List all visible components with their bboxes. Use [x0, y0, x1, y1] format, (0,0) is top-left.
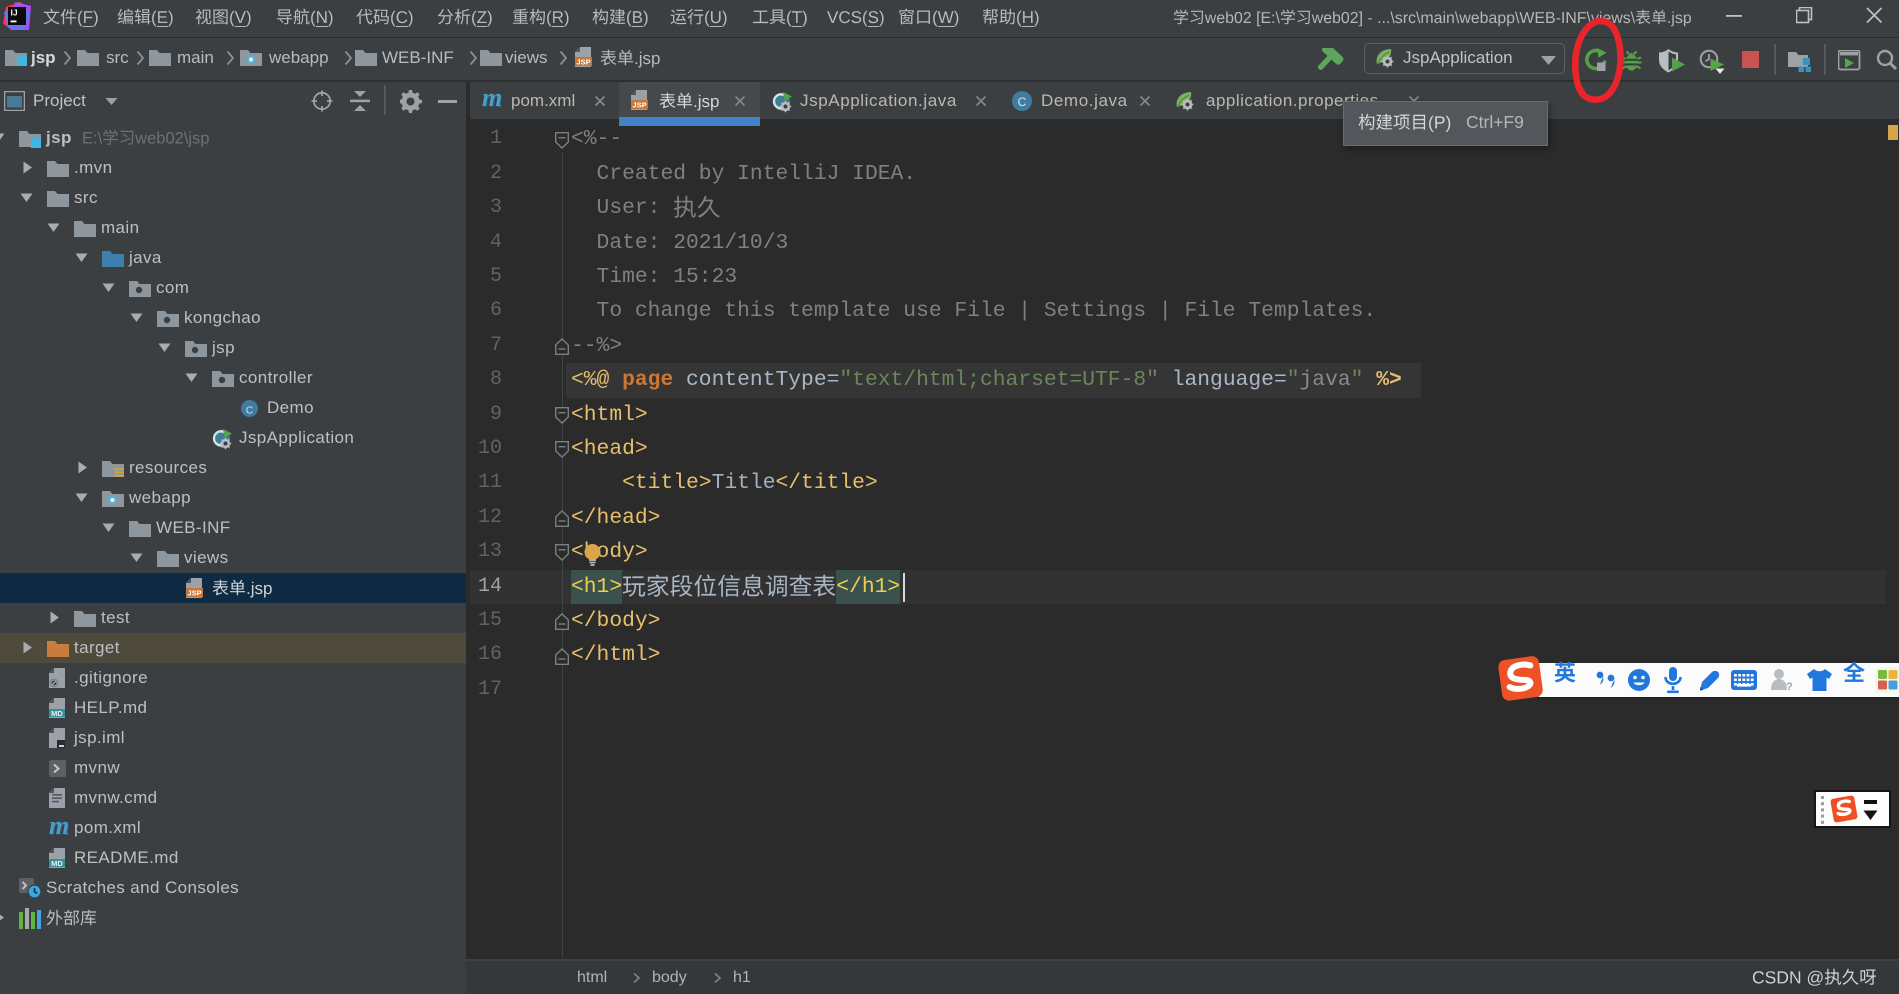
svg-text:C: C [246, 406, 253, 417]
svg-text:IJ: IJ [11, 8, 18, 18]
svg-text:C: C [1018, 95, 1027, 109]
svg-text:JSP: JSP [632, 100, 646, 109]
svg-text:MD: MD [51, 859, 63, 868]
svg-text:?: ? [1786, 681, 1793, 693]
svg-text:MD: MD [51, 709, 63, 718]
svg-text:JSP: JSP [576, 57, 590, 66]
svg-text:JSP: JSP [187, 588, 201, 597]
